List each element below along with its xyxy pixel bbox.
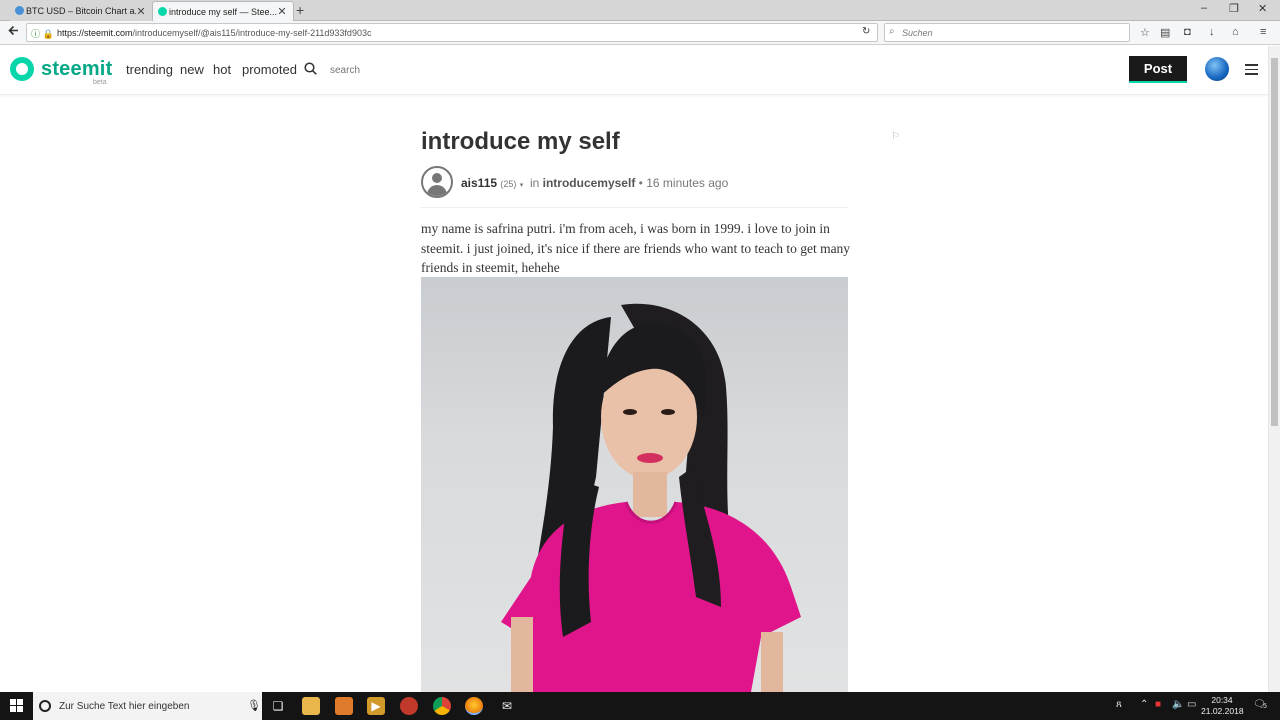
url-host: https://steemit.com xyxy=(57,27,133,38)
close-tab-icon[interactable]: ✕ xyxy=(136,5,146,18)
taskbar: Zur Suche Text hier eingeben 🎙 ❏ ▶ ✉ ጸ ⌃… xyxy=(0,692,1280,720)
nav-new[interactable]: new xyxy=(180,62,204,77)
article-photo xyxy=(421,277,848,692)
minimize-button[interactable]: – xyxy=(1201,2,1207,14)
chrome-icon[interactable] xyxy=(433,697,451,715)
url-bar[interactable]: ⓘ 🔒 https://steemit.com /introducemyself… xyxy=(26,23,878,42)
back-arrow-icon[interactable] xyxy=(8,25,19,39)
new-tab-button[interactable]: + xyxy=(296,2,304,18)
scrollbar-thumb[interactable] xyxy=(1271,58,1278,426)
people-icon[interactable]: ጸ xyxy=(1116,699,1122,710)
browser-nav-bar: ⓘ 🔒 https://steemit.com /introducemyself… xyxy=(0,21,1280,45)
category-link[interactable]: introducemyself xyxy=(543,176,636,190)
download-icon[interactable]: ↓ xyxy=(1209,26,1215,38)
in-label: in xyxy=(529,176,540,190)
windows-start-icon[interactable] xyxy=(10,699,23,712)
browser-menu-icon[interactable]: ≡ xyxy=(1260,26,1266,38)
post-button[interactable]: Post xyxy=(1129,56,1187,83)
divider xyxy=(421,207,848,208)
search-icon[interactable] xyxy=(304,62,317,75)
home-icon[interactable]: ⌂ xyxy=(1232,26,1239,38)
hamburger-menu-icon[interactable] xyxy=(1245,64,1258,75)
browser-search-placeholder: Suchen xyxy=(902,27,933,38)
library-icon[interactable]: ▤ xyxy=(1160,26,1170,39)
author-reputation: (25) xyxy=(500,179,517,189)
page-scrollbar[interactable] xyxy=(1268,46,1280,692)
user-avatar[interactable] xyxy=(1205,57,1229,81)
bookmark-star-icon[interactable]: ☆ xyxy=(1140,26,1150,39)
mail-icon[interactable]: ✉ xyxy=(498,697,516,715)
nav-trending[interactable]: trending xyxy=(126,62,173,77)
article-title: introduce my self xyxy=(421,128,620,155)
maximize-button[interactable]: ❐ xyxy=(1229,2,1239,15)
lock-icon: ⓘ 🔒 xyxy=(31,29,54,39)
taskbar-search-text: Zur Suche Text hier eingeben xyxy=(59,700,190,712)
cortana-icon xyxy=(39,700,51,712)
clock-date: 21.02.2018 xyxy=(1201,706,1244,716)
volume-icon[interactable]: 🔈 xyxy=(1172,699,1184,710)
steemit-favicon-icon xyxy=(158,7,167,16)
clock-time: 20:34 xyxy=(1211,695,1233,705)
close-tab-icon[interactable]: ✕ xyxy=(277,5,287,18)
article-body: my name is safrina putri. i'm from aceh,… xyxy=(421,221,851,276)
file-explorer-icon[interactable] xyxy=(302,697,320,715)
notification-count: 5 xyxy=(1263,703,1267,710)
reload-icon[interactable]: ↻ xyxy=(862,26,870,37)
browser-tab-bar: BTC USD – Bitcoin Chart a... ✕ introduce… xyxy=(0,0,1280,21)
browser-search-input[interactable]: ⌕ Suchen xyxy=(884,23,1130,42)
author-avatar[interactable] xyxy=(421,166,453,198)
search-icon: ⌕ xyxy=(889,26,895,37)
taskbar-search-input[interactable]: Zur Suche Text hier eingeben 🎙 xyxy=(33,692,262,720)
btc-favicon-icon xyxy=(15,6,24,15)
byline: ais115 (25) ▾ in introducemyself • 16 mi… xyxy=(461,176,728,190)
chevron-down-icon[interactable]: ▾ xyxy=(520,182,524,189)
media-player-icon[interactable]: ▶ xyxy=(367,697,385,715)
steemit-logo-icon[interactable] xyxy=(10,57,34,81)
url-path: /introducemyself/@ais115/introduce-my-se… xyxy=(132,27,372,38)
pocket-icon[interactable]: ◘ xyxy=(1184,26,1191,38)
logo-text[interactable]: steemit xyxy=(41,58,112,81)
bullet-separator: • xyxy=(638,176,643,190)
antivirus-icon[interactable]: ■ xyxy=(1155,699,1161,710)
site-header: steemit beta trending new hot promoted P… xyxy=(0,46,1268,95)
tab-introduce-my-self[interactable]: introduce my self — Stee... ✕ xyxy=(152,1,294,21)
tray-chevron-up-icon[interactable]: ⌃ xyxy=(1140,699,1148,710)
search-input[interactable] xyxy=(330,61,450,79)
firefox-icon[interactable] xyxy=(465,697,483,715)
app-orange-icon[interactable] xyxy=(335,697,353,715)
tab-title: BTC USD – Bitcoin Chart a... xyxy=(26,6,136,16)
post-time: 16 minutes ago xyxy=(646,176,729,190)
beta-label: beta xyxy=(93,79,107,86)
network-icon[interactable]: ▭ xyxy=(1187,699,1196,710)
taskbar-clock[interactable]: 20:34 21.02.2018 xyxy=(1201,695,1244,717)
author-name[interactable]: ais115 xyxy=(461,176,497,190)
nav-hot[interactable]: hot xyxy=(213,62,231,77)
tab-title: introduce my self — Stee... xyxy=(169,6,277,17)
microphone-icon[interactable]: 🎙 xyxy=(247,699,261,712)
task-view-icon[interactable]: ❏ xyxy=(269,697,287,715)
nav-promoted[interactable]: promoted xyxy=(242,62,297,77)
app-red-icon[interactable] xyxy=(400,697,418,715)
tab-btc-chart[interactable]: BTC USD – Bitcoin Chart a... ✕ xyxy=(10,1,152,21)
flag-icon[interactable]: ⚐ xyxy=(891,131,900,142)
close-window-button[interactable]: ✕ xyxy=(1258,2,1267,15)
